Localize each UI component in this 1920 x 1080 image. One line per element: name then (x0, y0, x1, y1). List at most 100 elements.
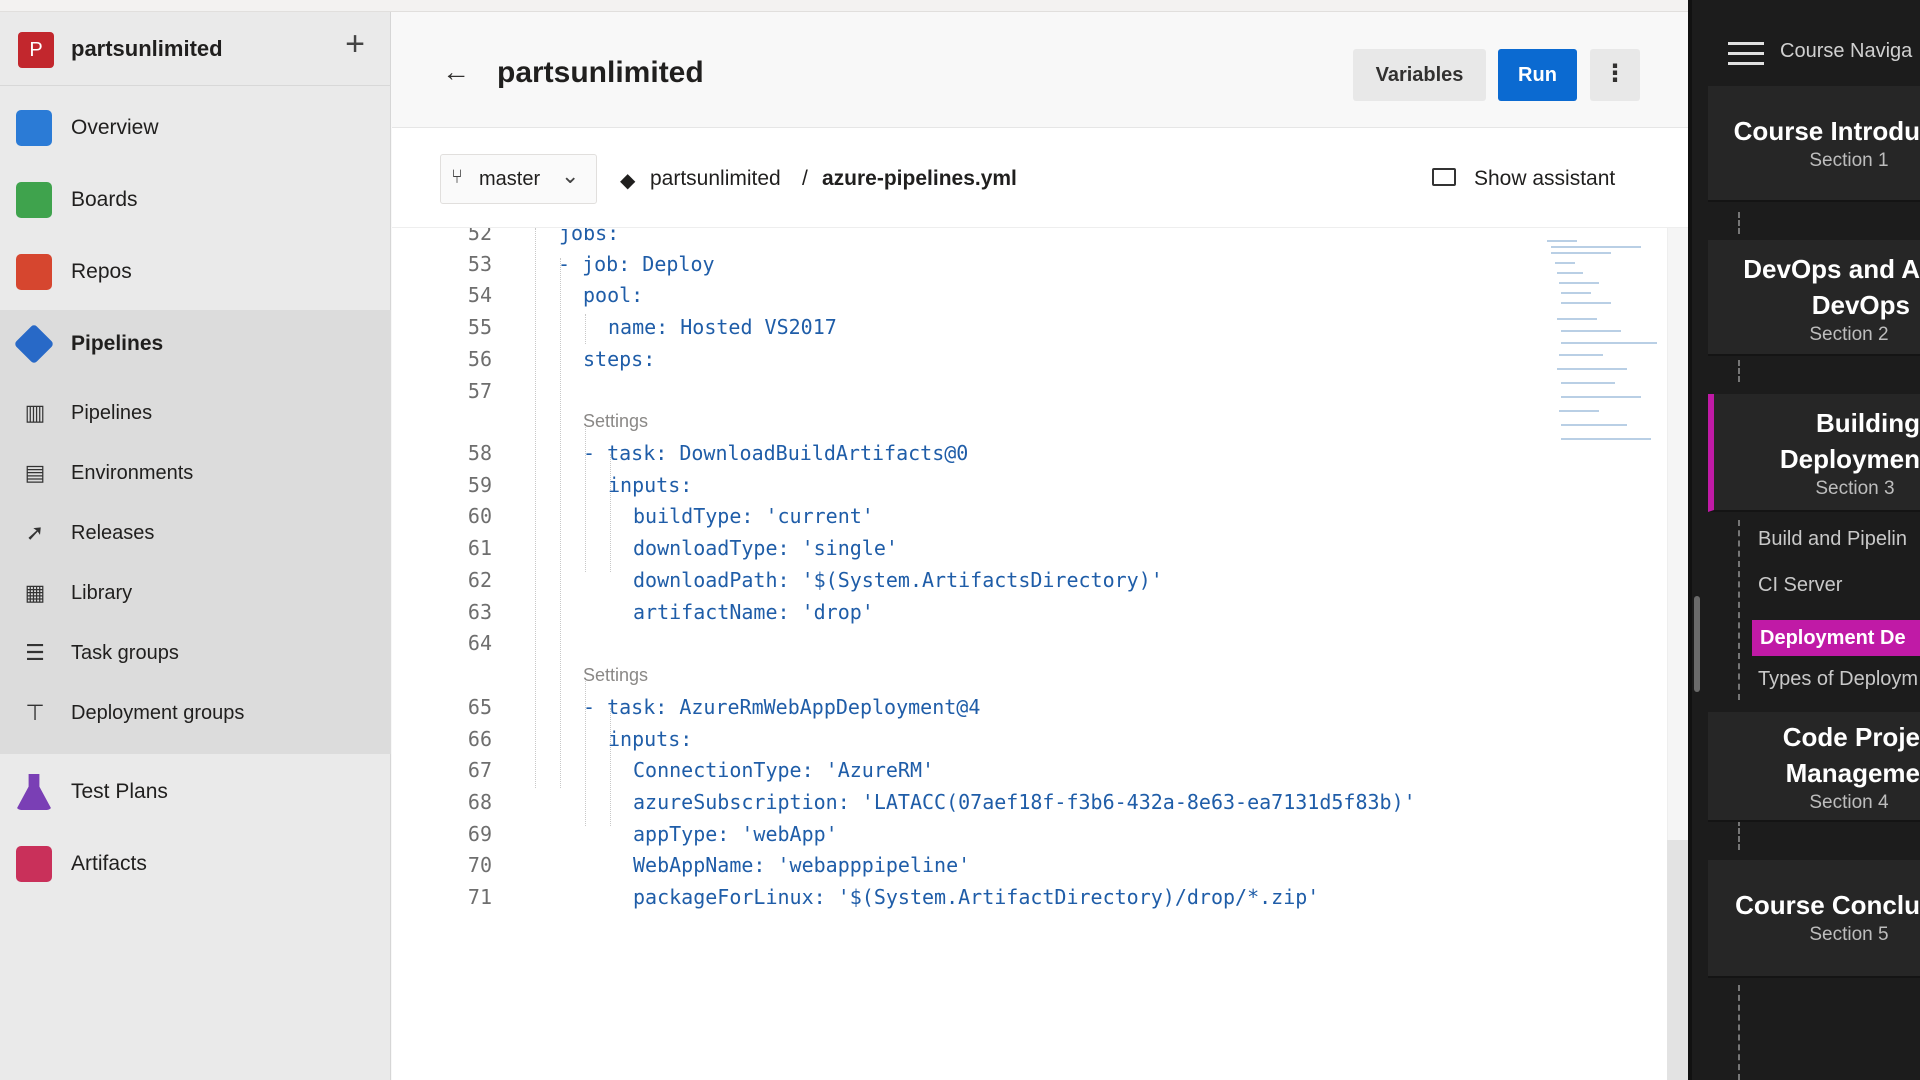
timeline-connector (1738, 212, 1740, 234)
code-line: 58 - task: DownloadBuildArtifacts@0 (392, 438, 1542, 468)
line-number: 71 (467, 885, 492, 909)
lesson-item-active[interactable]: Deployment De (1752, 620, 1920, 656)
line-number: 59 (467, 473, 492, 497)
section-title: Code Proje (1782, 722, 1920, 752)
repo-diamond-icon: ◆ (620, 170, 636, 192)
minimap-line (1557, 368, 1627, 370)
more-options-icon[interactable]: ⋮ (1590, 49, 1640, 101)
code-line: 68 azureSubscription: 'LATACC(07aef18f-f… (392, 787, 1542, 817)
subnav-item-releases[interactable]: ➚ Releases (0, 506, 391, 562)
branch-name: master (479, 168, 541, 190)
run-button[interactable]: Run (1498, 49, 1577, 101)
minimap-line (1561, 438, 1651, 440)
course-nav-title: Course Naviga (1780, 40, 1913, 62)
section-number: Section 5 (1809, 924, 1889, 945)
line-number: 67 (467, 758, 492, 782)
code-line: 55 name: Hosted VS2017 (392, 312, 1542, 342)
nav-item-label: Overview (71, 116, 159, 139)
artifacts-icon (16, 846, 52, 882)
lesson-item[interactable]: CI Server (1758, 574, 1842, 597)
section-number: Section 2 (1809, 324, 1889, 345)
line-text: inputs: (608, 727, 693, 751)
subnav-item-deployment-groups[interactable]: ⊤ Deployment groups (0, 686, 391, 742)
code-line: 64 (392, 628, 1542, 658)
subnav-item-pipelines[interactable]: ▥ Pipelines (0, 386, 391, 442)
minimap-line (1561, 382, 1615, 384)
assistant-panel-icon[interactable] (1432, 168, 1456, 186)
course-section-card[interactable]: DevOps and A DevOps Section 2 (1708, 240, 1920, 356)
line-text: name: Hosted VS2017 (608, 315, 837, 339)
subnav-item-task-groups[interactable]: ☰ Task groups (0, 626, 391, 682)
task-groups-icon: ☰ (25, 640, 45, 665)
code-line: 56 steps: (392, 344, 1542, 374)
nav-item-boards[interactable]: Boards (0, 168, 391, 230)
hamburger-menu-icon[interactable] (1728, 42, 1764, 66)
subnav-item-library[interactable]: ▦ Library (0, 566, 391, 622)
project-name[interactable]: partsunlimited (71, 36, 223, 62)
subnav-item-label: Library (71, 582, 133, 604)
code-line: 71 packageForLinux: '$(System.ArtifactDi… (392, 882, 1542, 912)
minimap-line (1561, 302, 1611, 304)
line-number: 69 (467, 822, 492, 846)
codelens-settings[interactable]: Settings (583, 410, 648, 432)
branch-selector[interactable]: ⑂ master ⌄ (440, 154, 597, 204)
minimap-line (1559, 282, 1599, 284)
line-number: 55 (467, 315, 492, 339)
minimap-line (1555, 262, 1575, 264)
line-text: downloadPath: '$(System.ArtifactsDirecto… (633, 568, 1163, 592)
test-plans-icon (16, 774, 52, 810)
deployment-groups-icon: ⊤ (25, 700, 45, 725)
subnav-item-environments[interactable]: ▤ Environments (0, 446, 391, 502)
line-number: 63 (467, 600, 492, 624)
line-number: 58 (467, 441, 492, 465)
nav-item-artifacts[interactable]: Artifacts (0, 832, 391, 894)
line-text: appType: 'webApp' (633, 822, 838, 846)
yaml-editor[interactable]: 52 jobs: 53 - job: Deploy 54 pool: 55 na… (392, 227, 1688, 1080)
project-avatar[interactable]: P (18, 32, 54, 68)
codelens-settings[interactable]: Settings (583, 664, 648, 686)
timeline-connector (1738, 360, 1740, 382)
nav-item-test-plans[interactable]: Test Plans (0, 760, 391, 822)
code-line: 62 downloadPath: '$(System.ArtifactsDire… (392, 565, 1542, 595)
breadcrumb-repo[interactable]: partsunlimited (650, 167, 781, 191)
minimap-line (1561, 330, 1621, 332)
minimap-line (1561, 292, 1591, 294)
line-number: 64 (467, 631, 492, 655)
minimap-line (1559, 410, 1599, 412)
nav-item-pipelines[interactable]: Pipelines (0, 312, 391, 374)
line-number: 54 (467, 283, 492, 307)
line-number: 56 (467, 347, 492, 371)
panel-scrollbar[interactable] (1694, 596, 1700, 692)
section-number: Section 4 (1809, 792, 1889, 813)
course-section-card[interactable]: Course Conclu Section 5 (1708, 860, 1920, 978)
course-section-card-active[interactable]: Building Deploymen Section 3 (1708, 394, 1920, 512)
nav-item-overview[interactable]: Overview (0, 96, 391, 158)
code-line: 69 appType: 'webApp' (392, 819, 1542, 849)
subnav-item-label: Task groups (71, 642, 179, 664)
course-section-card[interactable]: Course Introdu Section 1 (1708, 86, 1920, 202)
show-assistant-button[interactable]: Show assistant (1474, 167, 1615, 191)
lesson-item[interactable]: Types of Deploym (1758, 668, 1918, 691)
course-section-card[interactable]: Code Proje Manageme Section 4 (1708, 712, 1920, 822)
line-text: downloadType: 'single' (633, 536, 898, 560)
top-strip (0, 0, 1688, 12)
minimap-line (1561, 342, 1657, 344)
code-minimap[interactable] (1547, 238, 1657, 468)
lesson-item[interactable]: Build and Pipelin (1758, 528, 1907, 551)
line-number: 65 (467, 695, 492, 719)
add-icon[interactable]: + (338, 27, 372, 62)
minimap-line (1557, 318, 1597, 320)
course-navigation-panel: Course Naviga Course Introdu Section 1 D… (1688, 0, 1920, 1080)
editor-scrollbar-thumb[interactable] (1667, 840, 1688, 1080)
minimap-line (1547, 240, 1577, 242)
line-number: 66 (467, 727, 492, 751)
line-text: artifactName: 'drop' (633, 600, 874, 624)
line-text: buildType: 'current' (633, 504, 874, 528)
back-arrow-icon[interactable]: ← (442, 58, 470, 86)
variables-button[interactable]: Variables (1353, 49, 1486, 101)
subnav-item-label: Pipelines (71, 402, 153, 424)
nav-item-repos[interactable]: Repos (0, 240, 391, 302)
code-line: 65 - task: AzureRmWebAppDeployment@4 (392, 692, 1542, 722)
code-line: 52 jobs: (392, 228, 1542, 248)
section-title: Building (1816, 408, 1920, 438)
